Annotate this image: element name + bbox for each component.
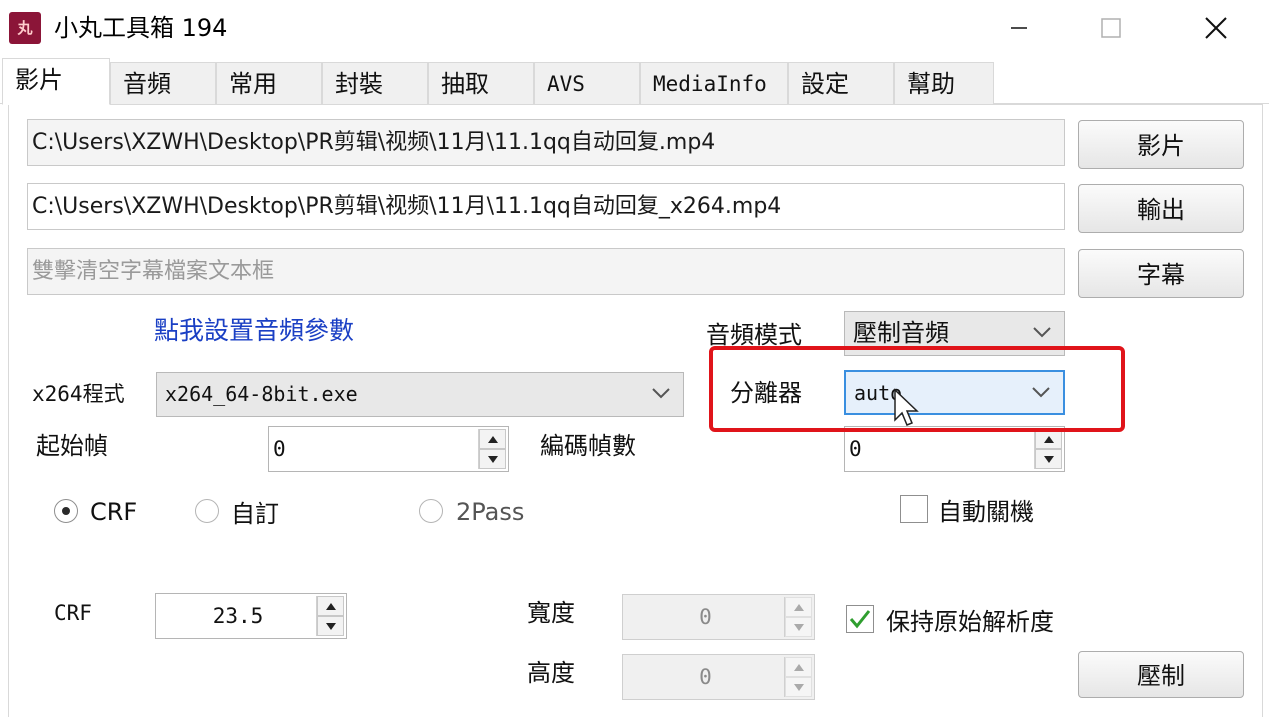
radio-custom[interactable] bbox=[195, 499, 219, 523]
spin-down-button[interactable] bbox=[785, 617, 812, 637]
audio-settings-link[interactable]: 點我設置音頻參數 bbox=[154, 316, 354, 346]
radio-crf-label[interactable]: CRF bbox=[90, 497, 137, 527]
tab-avs[interactable]: AVS bbox=[534, 62, 640, 104]
height-label: 高度 bbox=[527, 659, 575, 687]
encode-frames-label: 編碼幀數 bbox=[540, 432, 636, 460]
height-value: 0 bbox=[699, 665, 712, 689]
x264-program-value: x264_64-8bit.exe bbox=[165, 382, 358, 406]
spin-up-button[interactable] bbox=[785, 657, 812, 677]
input-file-field[interactable]: C:\Users\XZWH\Desktop\PR剪辑\视频\11月\11.1qq… bbox=[27, 119, 1065, 166]
spin-up-button[interactable] bbox=[785, 597, 812, 617]
spin-up-button[interactable] bbox=[479, 429, 506, 449]
audio-mode-value: 壓制音頻 bbox=[853, 319, 949, 347]
spin-down-button[interactable] bbox=[1035, 449, 1062, 469]
close-icon bbox=[1205, 17, 1227, 39]
caret-up-icon bbox=[1043, 435, 1054, 443]
mouse-cursor-icon bbox=[894, 388, 919, 426]
output-file-field[interactable]: C:\Users\XZWH\Desktop\PR剪辑\视频\11月\11.1qq… bbox=[27, 183, 1065, 230]
select-video-button[interactable]: 影片 bbox=[1078, 120, 1244, 169]
radio-2pass-label[interactable]: 2Pass bbox=[456, 497, 524, 527]
select-subtitle-button[interactable]: 字幕 bbox=[1078, 249, 1244, 298]
x264-program-dropdown[interactable]: x264_64-8bit.exe bbox=[156, 372, 684, 417]
crf-spinner[interactable]: 23.5 bbox=[155, 593, 347, 639]
caret-up-icon bbox=[793, 603, 804, 611]
caret-down-icon bbox=[325, 622, 336, 630]
select-output-button[interactable]: 輸出 bbox=[1078, 184, 1244, 233]
tab-audio[interactable]: 音頻 bbox=[110, 62, 216, 104]
width-value: 0 bbox=[699, 605, 712, 629]
tab-mediainfo[interactable]: MediaInfo bbox=[640, 62, 788, 104]
tab-help[interactable]: 幫助 bbox=[894, 62, 994, 104]
spin-down-button[interactable] bbox=[785, 677, 812, 697]
crf-value: 23.5 bbox=[212, 604, 264, 628]
keep-resolution-label[interactable]: 保持原始解析度 bbox=[886, 607, 1054, 637]
tab-video[interactable]: 影片 bbox=[2, 58, 110, 105]
spin-up-button[interactable] bbox=[317, 596, 344, 616]
spin-down-button[interactable] bbox=[317, 616, 344, 636]
spin-down-button[interactable] bbox=[479, 449, 506, 469]
start-frame-value: 0 bbox=[273, 437, 286, 461]
caret-down-icon bbox=[793, 683, 804, 691]
tab-mux[interactable]: 封裝 bbox=[322, 62, 428, 104]
x264-program-label: x264程式 bbox=[32, 382, 125, 406]
crf-label: CRF bbox=[54, 601, 92, 625]
caret-up-icon bbox=[487, 435, 498, 443]
minimize-button[interactable] bbox=[991, 6, 1047, 50]
auto-shutdown-checkbox[interactable] bbox=[900, 495, 928, 523]
chevron-down-icon bbox=[1033, 327, 1051, 338]
maximize-button[interactable] bbox=[1083, 6, 1139, 50]
chevron-down-icon bbox=[652, 388, 670, 399]
maximize-icon bbox=[1101, 18, 1121, 38]
app-icon: 丸 bbox=[9, 12, 41, 44]
tab-extract[interactable]: 抽取 bbox=[428, 62, 534, 104]
radio-custom-label[interactable]: 自訂 bbox=[231, 499, 279, 529]
caret-up-icon bbox=[793, 663, 804, 671]
auto-shutdown-label[interactable]: 自動關機 bbox=[938, 497, 1034, 527]
caret-up-icon bbox=[325, 602, 336, 610]
height-spinner[interactable]: 0 bbox=[622, 654, 815, 700]
caret-down-icon bbox=[1043, 455, 1054, 463]
encode-frames-spinner[interactable]: 0 bbox=[844, 426, 1065, 472]
close-button[interactable] bbox=[1188, 6, 1244, 50]
caret-down-icon bbox=[793, 623, 804, 631]
radio-crf[interactable] bbox=[54, 499, 78, 523]
title-bar: 丸 小丸工具箱 194 bbox=[0, 0, 1269, 58]
spin-up-button[interactable] bbox=[1035, 429, 1062, 449]
tab-common[interactable]: 常用 bbox=[216, 62, 322, 104]
width-label: 寬度 bbox=[527, 599, 575, 627]
encode-button[interactable]: 壓制 bbox=[1078, 651, 1244, 698]
encode-frames-value: 0 bbox=[849, 437, 862, 461]
checkmark-icon bbox=[849, 610, 871, 629]
start-frame-spinner[interactable]: 0 bbox=[268, 426, 509, 472]
minimize-icon bbox=[1011, 27, 1027, 29]
window-title: 小丸工具箱 194 bbox=[54, 14, 228, 42]
radio-2pass[interactable] bbox=[419, 499, 443, 523]
subtitle-file-field[interactable]: 雙擊清空字幕檔案文本框 bbox=[27, 248, 1065, 295]
start-frame-label: 起始幀 bbox=[36, 432, 108, 460]
caret-down-icon bbox=[487, 455, 498, 463]
keep-resolution-checkbox[interactable] bbox=[846, 605, 874, 633]
width-spinner[interactable]: 0 bbox=[622, 594, 815, 640]
tab-settings[interactable]: 設定 bbox=[788, 62, 894, 104]
